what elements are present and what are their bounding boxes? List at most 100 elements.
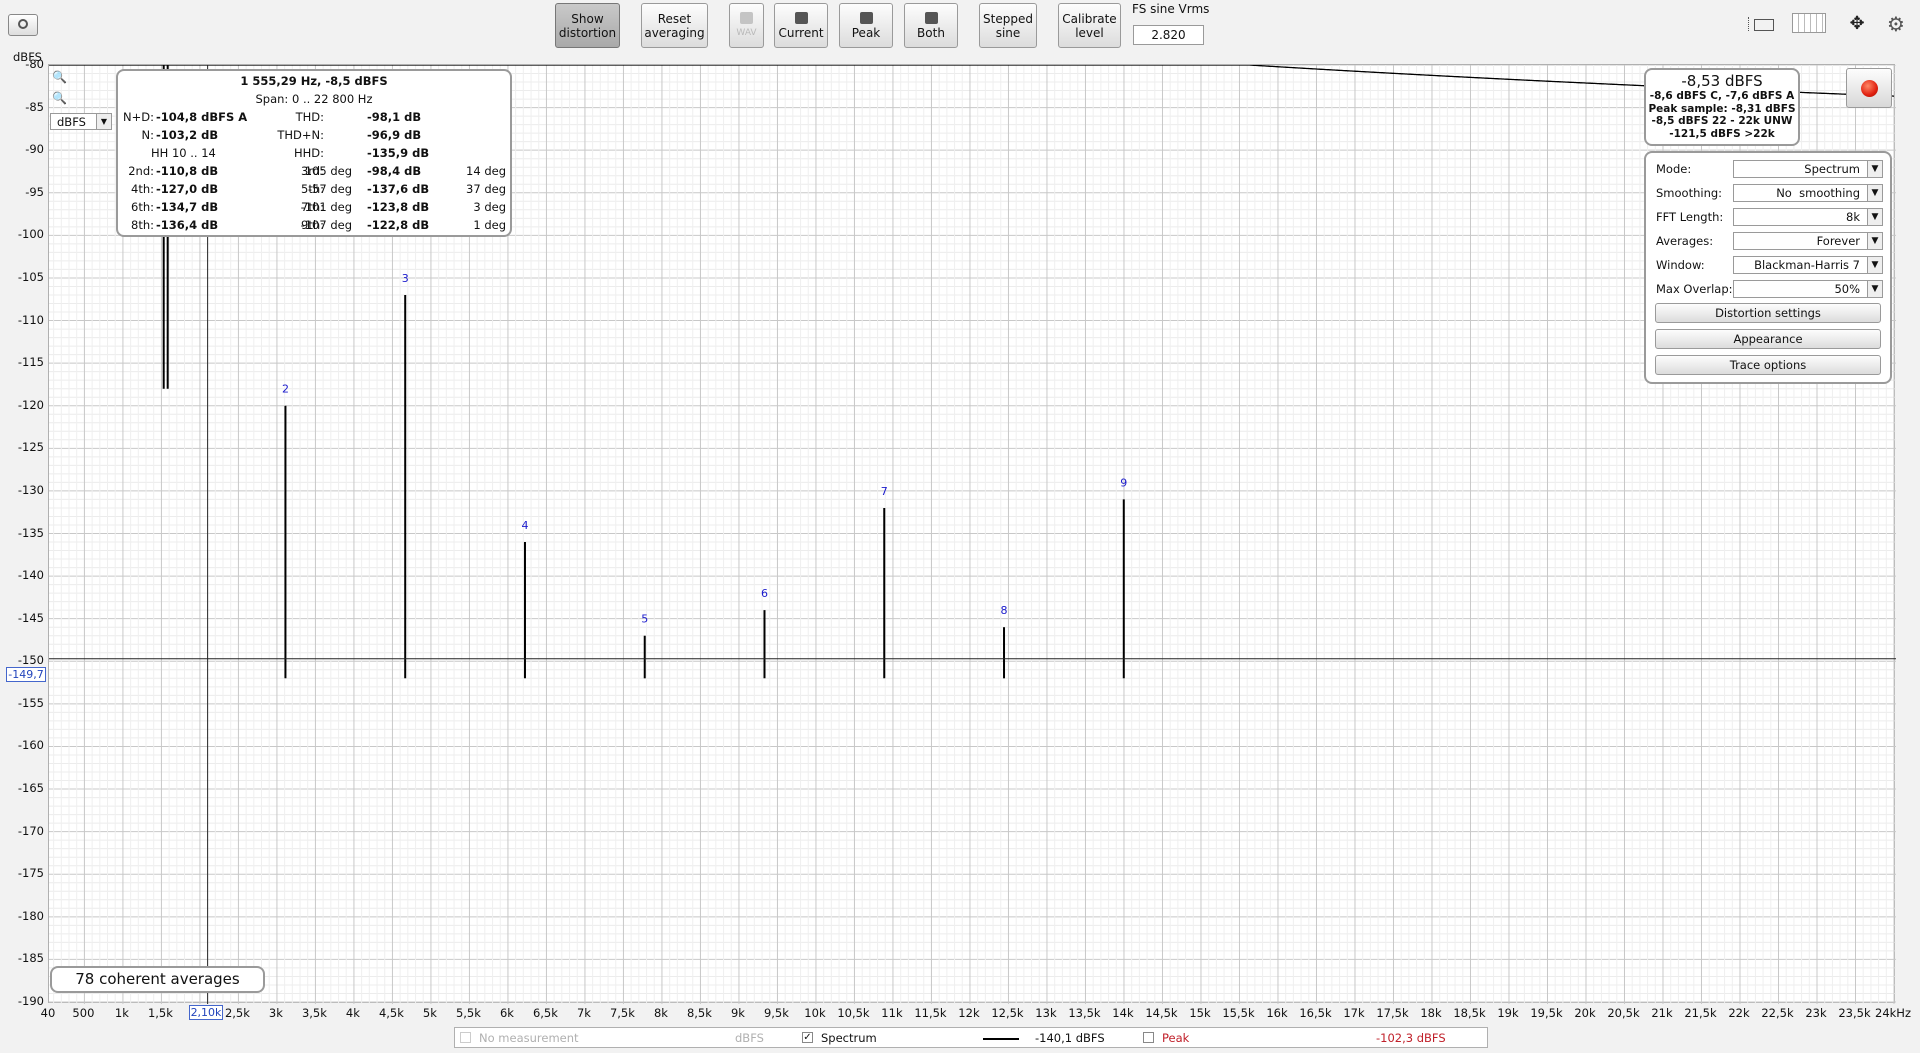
window-select[interactable]: Blackman-Harris 7 ▼ <box>1733 256 1883 274</box>
chevron-down-icon: ▼ <box>1867 209 1882 225</box>
x-tick-label: 6,5k <box>532 1006 558 1020</box>
hhd-value: -135,9 dB <box>367 146 430 160</box>
peak-label: Peak <box>1162 1031 1190 1045</box>
harmonic-label: 2nd: <box>128 164 154 178</box>
x-tick-label: 18,5k <box>1453 1006 1486 1020</box>
spectrum-value: -140,1 dBFS <box>1035 1031 1105 1045</box>
x-tick-label: 15,5k <box>1222 1006 1255 1020</box>
x-tick-label: 10,5k <box>837 1006 870 1020</box>
y-tick-label: -90 <box>25 142 44 157</box>
spectrum-label: Spectrum <box>821 1031 877 1045</box>
harmonic-number: 5 <box>641 613 648 626</box>
x-tick-label: 2,5k <box>224 1006 250 1020</box>
level-line2: Peak sample: -8,31 dBFS <box>1648 102 1796 115</box>
y-tick-label: -125 <box>17 440 44 455</box>
fs-sine-label: FS sine Vrms <box>1132 2 1210 16</box>
chevron-down-icon: ▼ <box>96 114 111 129</box>
trace-options-button[interactable]: Trace options <box>1655 355 1881 375</box>
x-tick-label: 13,5k <box>1068 1006 1101 1020</box>
level-main: -8,53 dBFS <box>1681 72 1763 90</box>
y-tick-label: -155 <box>17 695 44 710</box>
thdn-label: THD+N: <box>277 128 324 142</box>
thd-label: THD: <box>295 110 324 124</box>
harmonic-value: -123,8 dB <box>367 200 430 214</box>
record-icon <box>1861 80 1878 97</box>
level-line3: -8,5 dBFS 22 - 22k UNW <box>1651 115 1793 127</box>
y-tick-label: -185 <box>17 951 44 966</box>
wav-label: WAV <box>736 27 757 38</box>
x-tick-label: 19k <box>1497 1006 1519 1020</box>
hh-label: HH 10 .. 14 <box>151 146 216 160</box>
x-tick-label: 22k <box>1728 1006 1750 1020</box>
appearance-button[interactable]: Appearance <box>1655 329 1881 349</box>
wav-button[interactable]: WAV <box>729 3 764 48</box>
gear-icon[interactable]: ⚙ <box>1884 12 1908 36</box>
harmonic-value: -127,0 dB <box>156 182 219 196</box>
zoom-out-icon[interactable]: 🔍 <box>52 91 67 105</box>
level-panel: -8,53 dBFS -8,6 dBFS C, -7,6 dBFS A Peak… <box>1644 68 1800 146</box>
no-measurement-unit: dBFS <box>735 1031 764 1045</box>
camera-icon[interactable] <box>8 14 38 36</box>
no-measurement-checkbox[interactable] <box>460 1032 471 1043</box>
record-button[interactable] <box>1846 68 1892 108</box>
smoothing-value: No smoothing <box>1776 186 1860 200</box>
max-overlap-label: Max Overlap: <box>1656 282 1733 296</box>
x-tick-label: 7,5k <box>609 1006 635 1020</box>
max-overlap-select[interactable]: 50% ▼ <box>1733 280 1883 298</box>
x-tick-label: 5,5k <box>455 1006 481 1020</box>
peak-value: -102,3 dBFS <box>1376 1031 1446 1045</box>
x-tick-label: 13k <box>1035 1006 1057 1020</box>
harmonic-label: 9th: <box>301 218 324 232</box>
peak-checkbox[interactable] <box>1143 1032 1154 1043</box>
peak-button[interactable]: Peak <box>839 3 893 48</box>
calibrate-level-button[interactable]: Calibrate level <box>1058 3 1121 48</box>
y-tick-label: -170 <box>17 823 44 838</box>
y-tick-label: -130 <box>17 482 44 497</box>
stepped-sine-button[interactable]: Stepped sine <box>979 3 1037 48</box>
save-icon <box>794 11 808 24</box>
chevron-down-icon: ▼ <box>1867 161 1882 177</box>
y-tick-label: -85 <box>25 99 44 114</box>
spectrum-checkbox[interactable]: ✓ <box>802 1032 813 1043</box>
y-tick-label: -105 <box>17 269 44 284</box>
averages-badge: 78 coherent averages <box>50 966 265 993</box>
harmonic-value: -110,8 dB <box>156 164 219 178</box>
peak-label: Peak <box>851 25 881 40</box>
harmonic-label: 7th: <box>301 200 324 214</box>
hhd-label: HHD: <box>293 146 324 160</box>
unit-select-value: dBFS <box>57 115 86 129</box>
unit-select[interactable]: dBFS ▼ <box>50 113 112 130</box>
layout-columns-icon[interactable] <box>1792 13 1826 33</box>
expand-arrows-icon[interactable]: ✥ <box>1840 12 1874 36</box>
x-tick-label: 22,5k <box>1761 1006 1794 1020</box>
x-tick-label: 16k <box>1266 1006 1288 1020</box>
harmonic-phase: 1 deg <box>473 218 506 232</box>
x-tick-label: 11,5k <box>914 1006 947 1020</box>
x-tick-label: 1k <box>114 1006 129 1020</box>
layout-single-icon[interactable] <box>1745 13 1775 33</box>
harmonic-label: 3rd: <box>300 164 324 178</box>
current-label: Current <box>778 25 824 40</box>
smoothing-label: Smoothing: <box>1656 186 1723 200</box>
mode-select[interactable]: Spectrum ▼ <box>1733 160 1883 178</box>
n-label: N: <box>141 128 154 142</box>
fft-length-select[interactable]: 8k ▼ <box>1733 208 1883 226</box>
harmonic-number: 2 <box>282 383 289 396</box>
smoothing-select[interactable]: No smoothing ▼ <box>1733 184 1883 202</box>
x-tick-label: 9k <box>730 1006 745 1020</box>
y-tick-label: -145 <box>17 610 44 625</box>
reset-averaging-button[interactable]: Reset averaging <box>641 3 708 48</box>
show-distortion-button[interactable]: Show distortion <box>555 3 620 48</box>
harmonic-value: -98,4 dB <box>367 164 422 178</box>
x-tick-label: 19,5k <box>1530 1006 1563 1020</box>
fs-sine-input[interactable]: 2.820 <box>1133 25 1204 45</box>
x-tick-label: 14k <box>1112 1006 1134 1020</box>
current-button[interactable]: Current <box>774 3 828 48</box>
distortion-settings-button[interactable]: Distortion settings <box>1655 303 1881 323</box>
zoom-in-icon[interactable]: 🔍 <box>52 70 67 84</box>
y-tick-label: -135 <box>17 525 44 540</box>
x-tick-label: 23,5k <box>1838 1006 1871 1020</box>
averages-select[interactable]: Forever ▼ <box>1733 232 1883 250</box>
both-button[interactable]: Both <box>904 3 958 48</box>
distortion-span: Span: 0 .. 22 800 Hz <box>255 92 373 106</box>
